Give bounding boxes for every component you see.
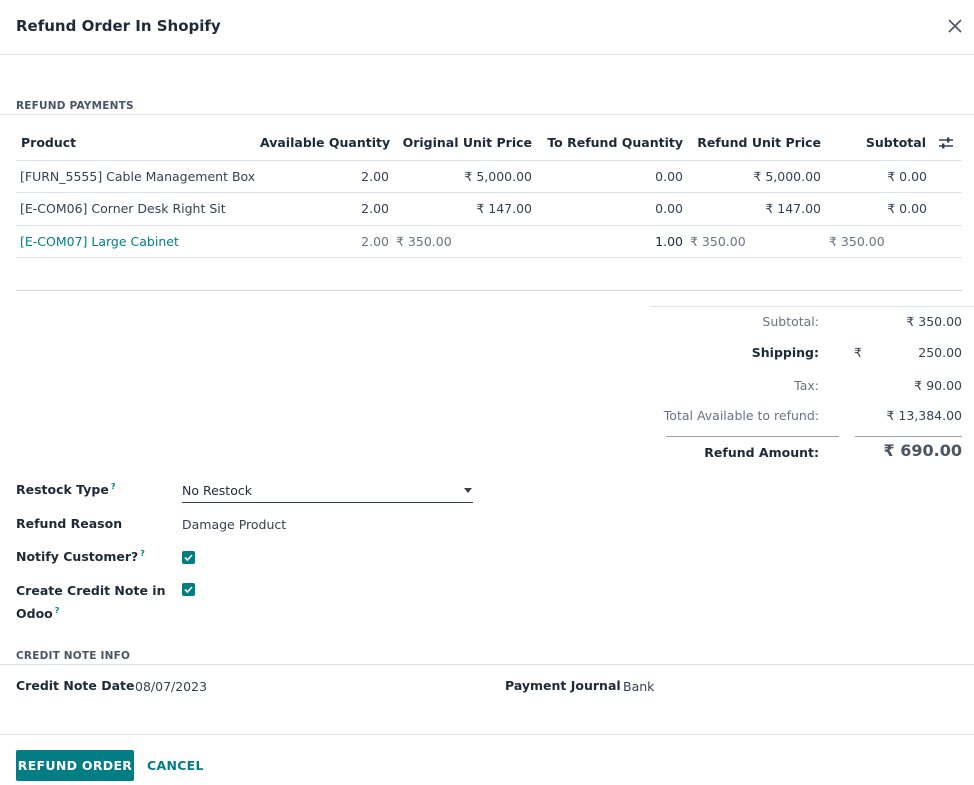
- cell-available-quantity: 2.00: [361, 234, 389, 249]
- col-header-product[interactable]: Product: [21, 135, 76, 150]
- shipping-currency: ₹: [854, 345, 862, 360]
- section-title-refund-payments: REFUND PAYMENTS: [16, 100, 134, 112]
- col-header-available-quantity[interactable]: Available Quantity: [260, 135, 390, 150]
- cell-to-refund-quantity: 0.00: [655, 169, 683, 184]
- cell-subtotal: ₹ 0.00: [887, 201, 927, 216]
- tax-value: ₹ 90.00: [914, 378, 962, 393]
- cell-subtotal: ₹ 0.00: [887, 169, 927, 184]
- divider: [0, 664, 974, 665]
- subtotal-label: Subtotal:: [762, 314, 819, 329]
- cell-to-refund-quantity: 0.00: [655, 201, 683, 216]
- cell-refund-unit-price: ₹ 5,000.00: [753, 169, 821, 184]
- cell-original-unit-price: ₹ 147.00: [476, 201, 532, 216]
- col-header-to-refund-quantity[interactable]: To Refund Quantity: [543, 135, 683, 150]
- help-icon[interactable]: ?: [111, 482, 116, 491]
- column-settings-icon[interactable]: [938, 136, 954, 150]
- footer-divider: [0, 734, 974, 735]
- dialog-title: Refund Order In Shopify: [16, 17, 221, 35]
- payment-journal-select[interactable]: Bank: [623, 679, 654, 694]
- tax-label: Tax:: [794, 378, 819, 393]
- caret-down-icon: [464, 488, 472, 493]
- total-available-label: Total Available to refund:: [663, 408, 819, 423]
- cell-original-unit-price: ₹ 5,000.00: [464, 169, 532, 184]
- create-credit-note-label: Create Credit Note in Odoo?: [16, 583, 166, 622]
- restock-type-value: No Restock: [182, 483, 252, 498]
- cancel-button[interactable]: CANCEL: [147, 758, 204, 773]
- dialog-header: Refund Order In Shopify: [0, 0, 974, 55]
- cell-available-quantity: 2.00: [361, 201, 389, 216]
- credit-note-date-input[interactable]: 08/07/2023: [135, 679, 207, 694]
- section-title-credit-note-info: CREDIT NOTE INFO: [16, 650, 131, 662]
- help-icon[interactable]: ?: [55, 606, 60, 615]
- payment-journal-label: Payment Journal: [505, 678, 621, 693]
- divider: [0, 114, 974, 115]
- check-icon: [184, 586, 193, 594]
- refund-reason-input[interactable]: Damage Product: [182, 517, 286, 532]
- cell-original-unit-price: ₹ 350.00: [396, 234, 452, 249]
- close-icon[interactable]: [944, 15, 966, 37]
- refund-amount-label: Refund Amount:: [704, 445, 819, 460]
- total-available-value: ₹ 13,384.00: [886, 408, 962, 423]
- refund-amount-value: ₹ 690.00: [883, 441, 962, 460]
- to-refund-quantity-input[interactable]: 1.00: [536, 234, 683, 258]
- col-header-subtotal[interactable]: Subtotal: [836, 135, 926, 150]
- restock-type-select[interactable]: No Restock: [182, 482, 473, 503]
- shipping-label: Shipping:: [751, 345, 819, 360]
- help-icon[interactable]: ?: [140, 549, 145, 558]
- cell-product: [E-COM06] Corner Desk Right Sit: [20, 201, 226, 216]
- col-header-refund-unit-price[interactable]: Refund Unit Price: [690, 135, 821, 150]
- shipping-input[interactable]: 250.00: [870, 345, 962, 360]
- refund-order-button[interactable]: REFUND ORDER: [16, 750, 134, 781]
- divider: [16, 290, 962, 291]
- credit-note-date-label: Credit Note Date: [16, 678, 135, 693]
- check-icon: [184, 554, 193, 562]
- cell-subtotal: ₹ 350.00: [829, 234, 885, 249]
- cell-product-link[interactable]: [E-COM07] Large Cabinet: [20, 234, 179, 249]
- cell-available-quantity: 2.00: [361, 169, 389, 184]
- notify-customer-label: Notify Customer??: [16, 549, 145, 565]
- subtotal-value: ₹ 350.00: [906, 314, 962, 329]
- cell-product: [FURN_5555] Cable Management Box: [20, 169, 256, 184]
- restock-type-label: Restock Type?: [16, 482, 116, 498]
- cell-refund-unit-price: ₹ 350.00: [690, 234, 746, 249]
- refund-reason-label: Refund Reason: [16, 516, 123, 531]
- col-header-original-unit-price[interactable]: Original Unit Price: [402, 135, 532, 150]
- notify-customer-checkbox[interactable]: [182, 551, 195, 564]
- cell-refund-unit-price: ₹ 147.00: [765, 201, 821, 216]
- create-credit-note-checkbox[interactable]: [182, 583, 195, 596]
